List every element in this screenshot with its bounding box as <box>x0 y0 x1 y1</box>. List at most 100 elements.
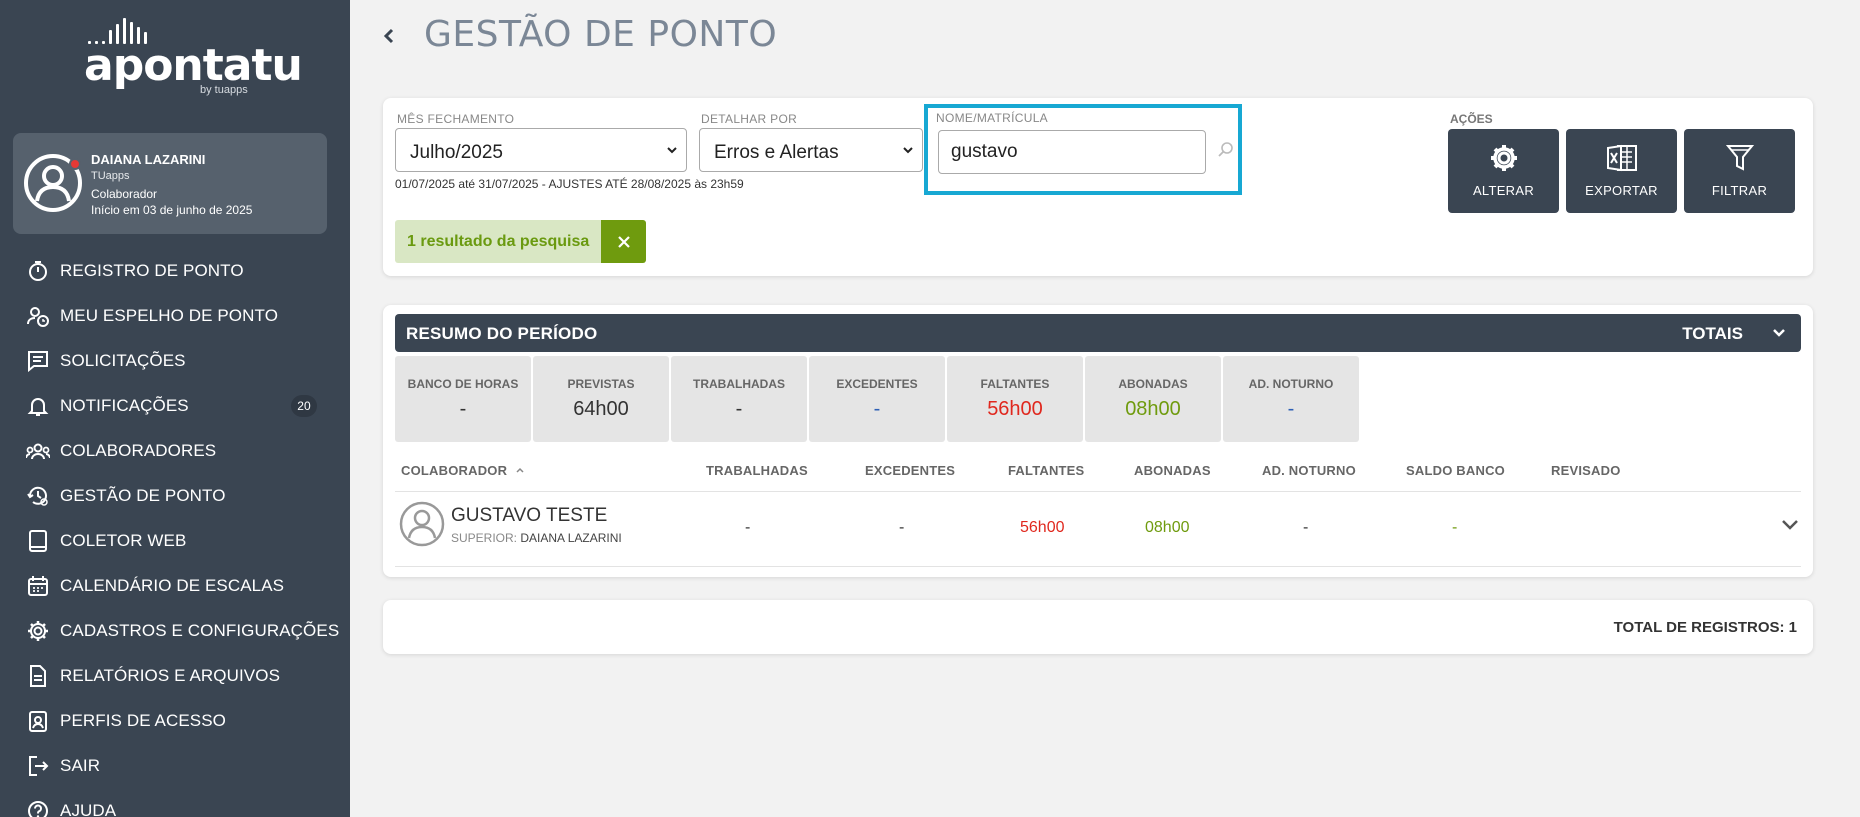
stat-value: - <box>459 398 467 420</box>
nome-matricula-input[interactable] <box>938 130 1206 174</box>
sidebar-item-label: SOLICITAÇÕES <box>60 350 186 370</box>
cell-ad-noturno: - <box>1303 519 1309 536</box>
user-start-date: Início em 03 de junho de 2025 <box>91 203 253 217</box>
totais-toggle[interactable]: TOTAIS <box>1682 324 1743 344</box>
collaborator-name: GUSTAVO TESTE <box>451 505 608 526</box>
sidebar-item-meu-espelho-de-ponto[interactable]: MEU ESPELHO DE PONTO <box>0 293 350 338</box>
sidebar-item-label: NOTIFICAÇÕES <box>60 395 189 415</box>
sidebar-item-gestao-de-ponto[interactable]: GESTÃO DE PONTO <box>0 473 350 518</box>
search-result-tag: 1 resultado da pesquisa <box>395 220 647 263</box>
stat-excedentes: EXCEDENTES - <box>809 356 945 442</box>
sidebar-item-coletor-web[interactable]: COLETOR WEB <box>0 518 350 563</box>
stat-trabalhadas: TRABALHADAS - <box>671 356 807 442</box>
alterar-label: ALTERAR <box>1472 183 1535 198</box>
stat-abonadas: ABONADAS 08h00 <box>1085 356 1221 442</box>
user-card[interactable]: DAIANA LAZARINI TUapps Colaborador Iníci… <box>13 133 327 234</box>
resumo-panel: RESUMO DO PERÍODO TOTAIS BANCO DE HORAS … <box>383 305 1813 577</box>
user-role: Colaborador <box>91 187 158 201</box>
sidebar-item-colaboradores[interactable]: COLABORADORES <box>0 428 350 473</box>
sidebar-item-sair[interactable]: SAIR <box>0 743 350 788</box>
total-registros: TOTAL DE REGISTROS: 1 <box>1613 619 1797 636</box>
detalhar-por-select[interactable]: Erros e Alertas <box>699 128 923 172</box>
stat-label: FALTANTES <box>980 377 1050 391</box>
stat-value: 64h00 <box>573 398 629 420</box>
sidebar-item-label: PERFIS DE ACESSO <box>60 710 226 730</box>
exportar-label: EXPORTAR <box>1585 183 1658 198</box>
sidebar-item-ajuda[interactable]: AJUDA <box>0 788 350 817</box>
detalhar-por-label: DETALHAR POR <box>701 112 798 126</box>
column-header-label: COLABORADOR <box>401 463 508 478</box>
filtrar-button[interactable]: FILTRAR <box>1684 129 1795 213</box>
sidebar-item-label: RELATÓRIOS E ARQUIVOS <box>60 665 281 685</box>
chevron-left-icon <box>383 28 394 44</box>
sidebar-item-cadastros-e-configuracoes[interactable]: CADASTROS E CONFIGURAÇÕES <box>0 608 350 653</box>
clear-search-button[interactable] <box>601 220 647 263</box>
resumo-header: RESUMO DO PERÍODO TOTAIS <box>395 314 1801 352</box>
user-clock-icon <box>26 304 50 328</box>
filter-icon <box>1684 143 1795 173</box>
mes-fechamento-value: Julho/2025 <box>410 142 503 163</box>
stat-label: ABONADAS <box>1118 377 1188 391</box>
column-header-excedentes: EXCEDENTES <box>865 463 956 478</box>
gear-icon <box>1448 143 1559 173</box>
alterar-button[interactable]: ALTERAR <box>1448 129 1559 213</box>
superior-name: DAIANA LAZARINI <box>520 531 622 545</box>
apontatu-logo[interactable]: apontatu by tuapps <box>84 18 303 100</box>
total-panel: TOTAL DE REGISTROS: 1 <box>383 600 1813 654</box>
cell-saldo-banco: - <box>1452 519 1458 536</box>
logo-byline: by tuapps <box>200 84 248 96</box>
document-icon <box>26 664 50 688</box>
sidebar-item-notificacoes[interactable]: NOTIFICAÇÕES 20 <box>0 383 350 428</box>
user-name: DAIANA LAZARINI <box>91 152 206 167</box>
cell-excedentes: - <box>899 519 905 536</box>
main-content: GESTÃO DE PONTO MÊS FECHAMENTO Julho/202… <box>350 0 1860 817</box>
notification-dot <box>69 158 81 170</box>
sidebar-item-label: CALENDÁRIO DE ESCALAS <box>60 575 285 595</box>
stat-label: EXCEDENTES <box>836 377 918 391</box>
column-header-ad-noturno: AD. NOTURNO <box>1262 463 1356 478</box>
search-highlight: NOME/MATRÍCULA <box>924 104 1242 195</box>
back-button[interactable] <box>380 22 400 52</box>
exportar-button[interactable]: EXPORTAR <box>1566 129 1677 213</box>
search-icon[interactable] <box>1217 141 1235 164</box>
date-range-text: 01/07/2025 até 31/07/2025 - AJUSTES ATÉ … <box>395 177 744 191</box>
superior-label: SUPERIOR: <box>451 531 518 545</box>
table-divider <box>395 566 1801 567</box>
stat-label: PREVISTAS <box>567 377 635 391</box>
column-header-colaborador[interactable]: COLABORADOR <box>401 463 526 478</box>
tablet-icon <box>26 529 50 553</box>
stat-value: - <box>735 398 743 420</box>
chevron-down-icon[interactable] <box>1771 325 1787 341</box>
logo-wordmark: apontatu <box>84 40 303 91</box>
stat-label: TRABALHADAS <box>693 377 785 391</box>
user-avatar <box>23 153 83 213</box>
sidebar-item-label: SAIR <box>60 755 101 775</box>
stat-value: 56h00 <box>987 398 1043 420</box>
chevron-down-icon[interactable] <box>1780 517 1800 533</box>
sidebar-item-registro-de-ponto[interactable]: REGISTRO DE PONTO <box>0 248 350 293</box>
sidebar-item-label: GESTÃO DE PONTO <box>60 485 226 505</box>
sidebar-item-relatorios-e-arquivos[interactable]: RELATÓRIOS E ARQUIVOS <box>0 653 350 698</box>
cell-trabalhadas: - <box>745 519 751 536</box>
stat-faltantes: FALTANTES 56h00 <box>947 356 1083 442</box>
chevron-down-icon <box>903 147 913 154</box>
sidebar: apontatu by tuapps DAIANA LAZARINI TUapp… <box>0 0 350 817</box>
stat-previstas: PREVISTAS 64h00 <box>533 356 669 442</box>
acoes-label: AÇÕES <box>1450 112 1493 126</box>
mes-fechamento-label: MÊS FECHAMENTO <box>397 112 515 126</box>
column-header-abonadas: ABONADAS <box>1134 463 1211 478</box>
detalhar-por-value: Erros e Alertas <box>714 142 839 163</box>
sidebar-nav: REGISTRO DE PONTO MEU ESPELHO DE PONTO S… <box>0 248 350 817</box>
stat-banco-de-horas: BANCO DE HORAS - <box>395 356 531 442</box>
chevron-down-icon <box>667 147 677 154</box>
sidebar-item-perfis-de-acesso[interactable]: PERFIS DE ACESSO <box>0 698 350 743</box>
gear-icon <box>26 619 50 643</box>
stat-label: BANCO DE HORAS <box>407 377 519 391</box>
mes-fechamento-select[interactable]: Julho/2025 <box>395 128 687 172</box>
users-icon <box>26 439 50 463</box>
sidebar-item-calendario-de-escalas[interactable]: CALENDÁRIO DE ESCALAS <box>0 563 350 608</box>
sidebar-item-solicitacoes[interactable]: SOLICITAÇÕES <box>0 338 350 383</box>
cell-abonadas: 08h00 <box>1145 519 1190 536</box>
logout-icon <box>26 754 50 778</box>
sidebar-item-label: COLETOR WEB <box>60 530 187 550</box>
